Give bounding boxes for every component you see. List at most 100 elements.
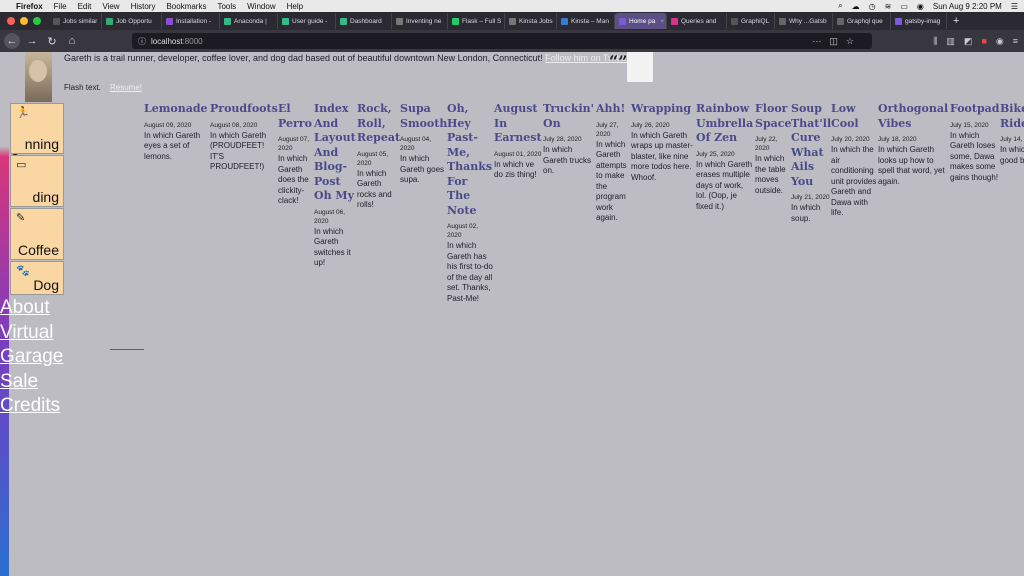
menu-tools[interactable]: Tools <box>217 2 236 11</box>
back-button[interactable]: ← <box>4 33 20 49</box>
nav-card-coding[interactable]: ▭ ding <box>10 155 64 207</box>
post-title-link[interactable]: Proudfoots <box>210 102 278 117</box>
post-title-link[interactable]: Truckin' On <box>543 102 595 131</box>
list-icon[interactable]: ☰ <box>1011 2 1018 11</box>
account-icon[interactable]: ◉ <box>996 36 1004 47</box>
browser-tab[interactable]: Kinsta Jobs <box>505 13 557 29</box>
close-window-button[interactable] <box>7 17 15 25</box>
extension-icon[interactable]: ◩ <box>964 36 973 47</box>
browser-tab[interactable]: Queries and <box>667 13 727 29</box>
browser-tab[interactable]: Why ...Gatsb <box>775 13 833 29</box>
siri-icon[interactable]: ◉ <box>917 2 924 11</box>
pocket-icon[interactable]: ◫ <box>829 36 838 47</box>
post-card: Orthogonal Vibes July 18, 2020 In which Ga… <box>878 102 950 187</box>
post-title-link[interactable]: Lemonade <box>144 102 210 117</box>
zoom-window-button[interactable] <box>33 17 41 25</box>
reload-button[interactable]: ↻ <box>44 33 60 49</box>
browser-tab[interactable]: Graphql que <box>833 13 891 29</box>
browser-tab[interactable]: Job Opportu <box>102 13 162 29</box>
avatar <box>25 52 52 102</box>
menubar-clock[interactable]: Sun Aug 9 2:20 PM <box>933 2 1002 11</box>
extension-red-icon[interactable]: ■ <box>981 36 986 46</box>
tab-favicon-icon <box>224 17 231 25</box>
url-bar[interactable]: ⓘ localhost:8000 <box>132 33 872 49</box>
menu-edit[interactable]: Edit <box>78 2 92 11</box>
footer-links: About Virtual Garage Sale Credits <box>0 296 63 419</box>
tab-label: Kinsta – Man <box>571 17 609 25</box>
post-title-link[interactable]: Wrapping <box>631 102 695 117</box>
post-title-link[interactable]: Oh, Hey Past-Me, Thanks For The Note <box>447 102 493 218</box>
browser-tab[interactable]: Anaconda | <box>220 13 278 29</box>
clock-icon[interactable]: ◷ <box>869 2 876 11</box>
minimize-window-button[interactable] <box>20 17 28 25</box>
sidebar-icon[interactable]: ▥ <box>946 36 955 47</box>
menu-app-name[interactable]: Firefox <box>16 2 43 11</box>
post-excerpt: In which Gareth goes supa. <box>400 154 445 184</box>
browser-tab[interactable]: Kinsta – Man <box>557 13 615 29</box>
post-title-link[interactable]: August In Earnest <box>494 102 542 146</box>
post-card: Oh, Hey Past-Me, Thanks For The Note Augu… <box>447 102 493 304</box>
post-date: August 01, 2020 <box>494 150 542 158</box>
browser-tab[interactable]: Jobs similar <box>49 13 102 29</box>
credits-link[interactable]: Credits <box>0 394 63 419</box>
virtual-link[interactable]: Virtual <box>0 321 63 346</box>
nav-card-dog[interactable]: 🐾 Dog <box>10 261 64 295</box>
nav-card-label: Dog <box>33 277 59 293</box>
browser-tab-strip: Jobs similar Job Opportu Installation - Ana… <box>0 12 1024 30</box>
wifi-icon[interactable]: ≋ <box>885 2 892 11</box>
search-icon[interactable]: ⌕ <box>838 1 842 11</box>
browser-tab[interactable]: gatsby-imag <box>891 13 947 29</box>
post-title-link[interactable]: Rainbow Umbrella Of Zen <box>696 102 754 146</box>
post-title-link[interactable]: Orthogonal Vibes <box>878 102 950 131</box>
library-icon[interactable]: ⫼ <box>933 36 937 47</box>
post-title-link[interactable]: Low Cool <box>831 102 877 131</box>
tab-favicon-icon <box>731 17 738 25</box>
tab-list: Jobs similar Job Opportu Installation - Ana… <box>49 13 947 29</box>
menu-view[interactable]: View <box>102 2 119 11</box>
menu-history[interactable]: History <box>131 2 156 11</box>
close-tab-icon[interactable]: × <box>660 18 664 25</box>
post-title-link[interactable]: Floor Space <box>755 102 791 131</box>
bookmark-star-icon[interactable]: ☆ <box>846 36 854 47</box>
browser-tab[interactable]: GraphiQL <box>727 13 775 29</box>
browser-tab[interactable]: Installation - <box>162 13 220 29</box>
browser-tab[interactable]: Inventing ne <box>392 13 448 29</box>
page-info-icon[interactable]: ⓘ <box>138 36 146 47</box>
resume-link[interactable]: Resume! <box>110 83 142 92</box>
menu-window[interactable]: Window <box>247 2 275 11</box>
menu-bookmarks[interactable]: Bookmarks <box>166 2 206 11</box>
menu-file[interactable]: File <box>54 2 67 11</box>
post-title-link[interactable]: Supa Smooth <box>400 102 447 131</box>
post-excerpt: In which Gareth attempts to make the pro… <box>596 139 627 223</box>
browser-tab[interactable]: Home pa × <box>615 13 667 29</box>
post-title-link[interactable]: Soup That'll Cure What Ails You <box>791 102 831 189</box>
post-title-link[interactable]: Rock, Roll, Repeat <box>357 102 400 146</box>
browser-tab[interactable]: User guide - <box>278 13 336 29</box>
nav-card-running[interactable]: 🏃 nning <box>10 103 64 154</box>
coffee-icon: ✎ <box>16 212 26 224</box>
post-title-link[interactable]: Bike Ride <box>1000 102 1024 131</box>
cloud-icon[interactable]: ☁ <box>852 2 860 11</box>
forward-button[interactable]: → <box>24 33 40 49</box>
page-actions-icon[interactable]: ··· <box>812 36 821 46</box>
nav-card-coffee[interactable]: ✎ Coffee <box>10 208 64 260</box>
quote-box <box>627 52 653 82</box>
keyboard-icon: ▭ <box>16 159 27 171</box>
post-title-link[interactable]: El Perro <box>278 102 313 131</box>
tab-favicon-icon <box>837 17 844 25</box>
new-tab-button[interactable]: + <box>953 15 959 27</box>
garage-link[interactable]: Garage <box>0 345 63 370</box>
menu-help[interactable]: Help <box>287 2 303 11</box>
sale-link[interactable]: Sale <box>0 370 63 395</box>
browser-tab[interactable]: Dashboard <box>336 13 392 29</box>
browser-tab[interactable]: Flask – Full S <box>448 13 505 29</box>
post-title-link[interactable]: Footpad <box>950 102 1000 117</box>
home-button[interactable]: ⌂ <box>64 33 80 49</box>
battery-icon[interactable]: ▭ <box>900 2 908 11</box>
post-date: July 26, 2020 <box>631 121 670 129</box>
about-link[interactable]: About <box>0 296 63 321</box>
tab-label: Dashboard <box>350 17 382 25</box>
post-title-link[interactable]: Index And Layout And Blog-Post Oh My <box>314 102 357 204</box>
menu-icon[interactable]: ≡ <box>1013 36 1018 46</box>
post-title-link[interactable]: Ahh! <box>596 102 631 117</box>
